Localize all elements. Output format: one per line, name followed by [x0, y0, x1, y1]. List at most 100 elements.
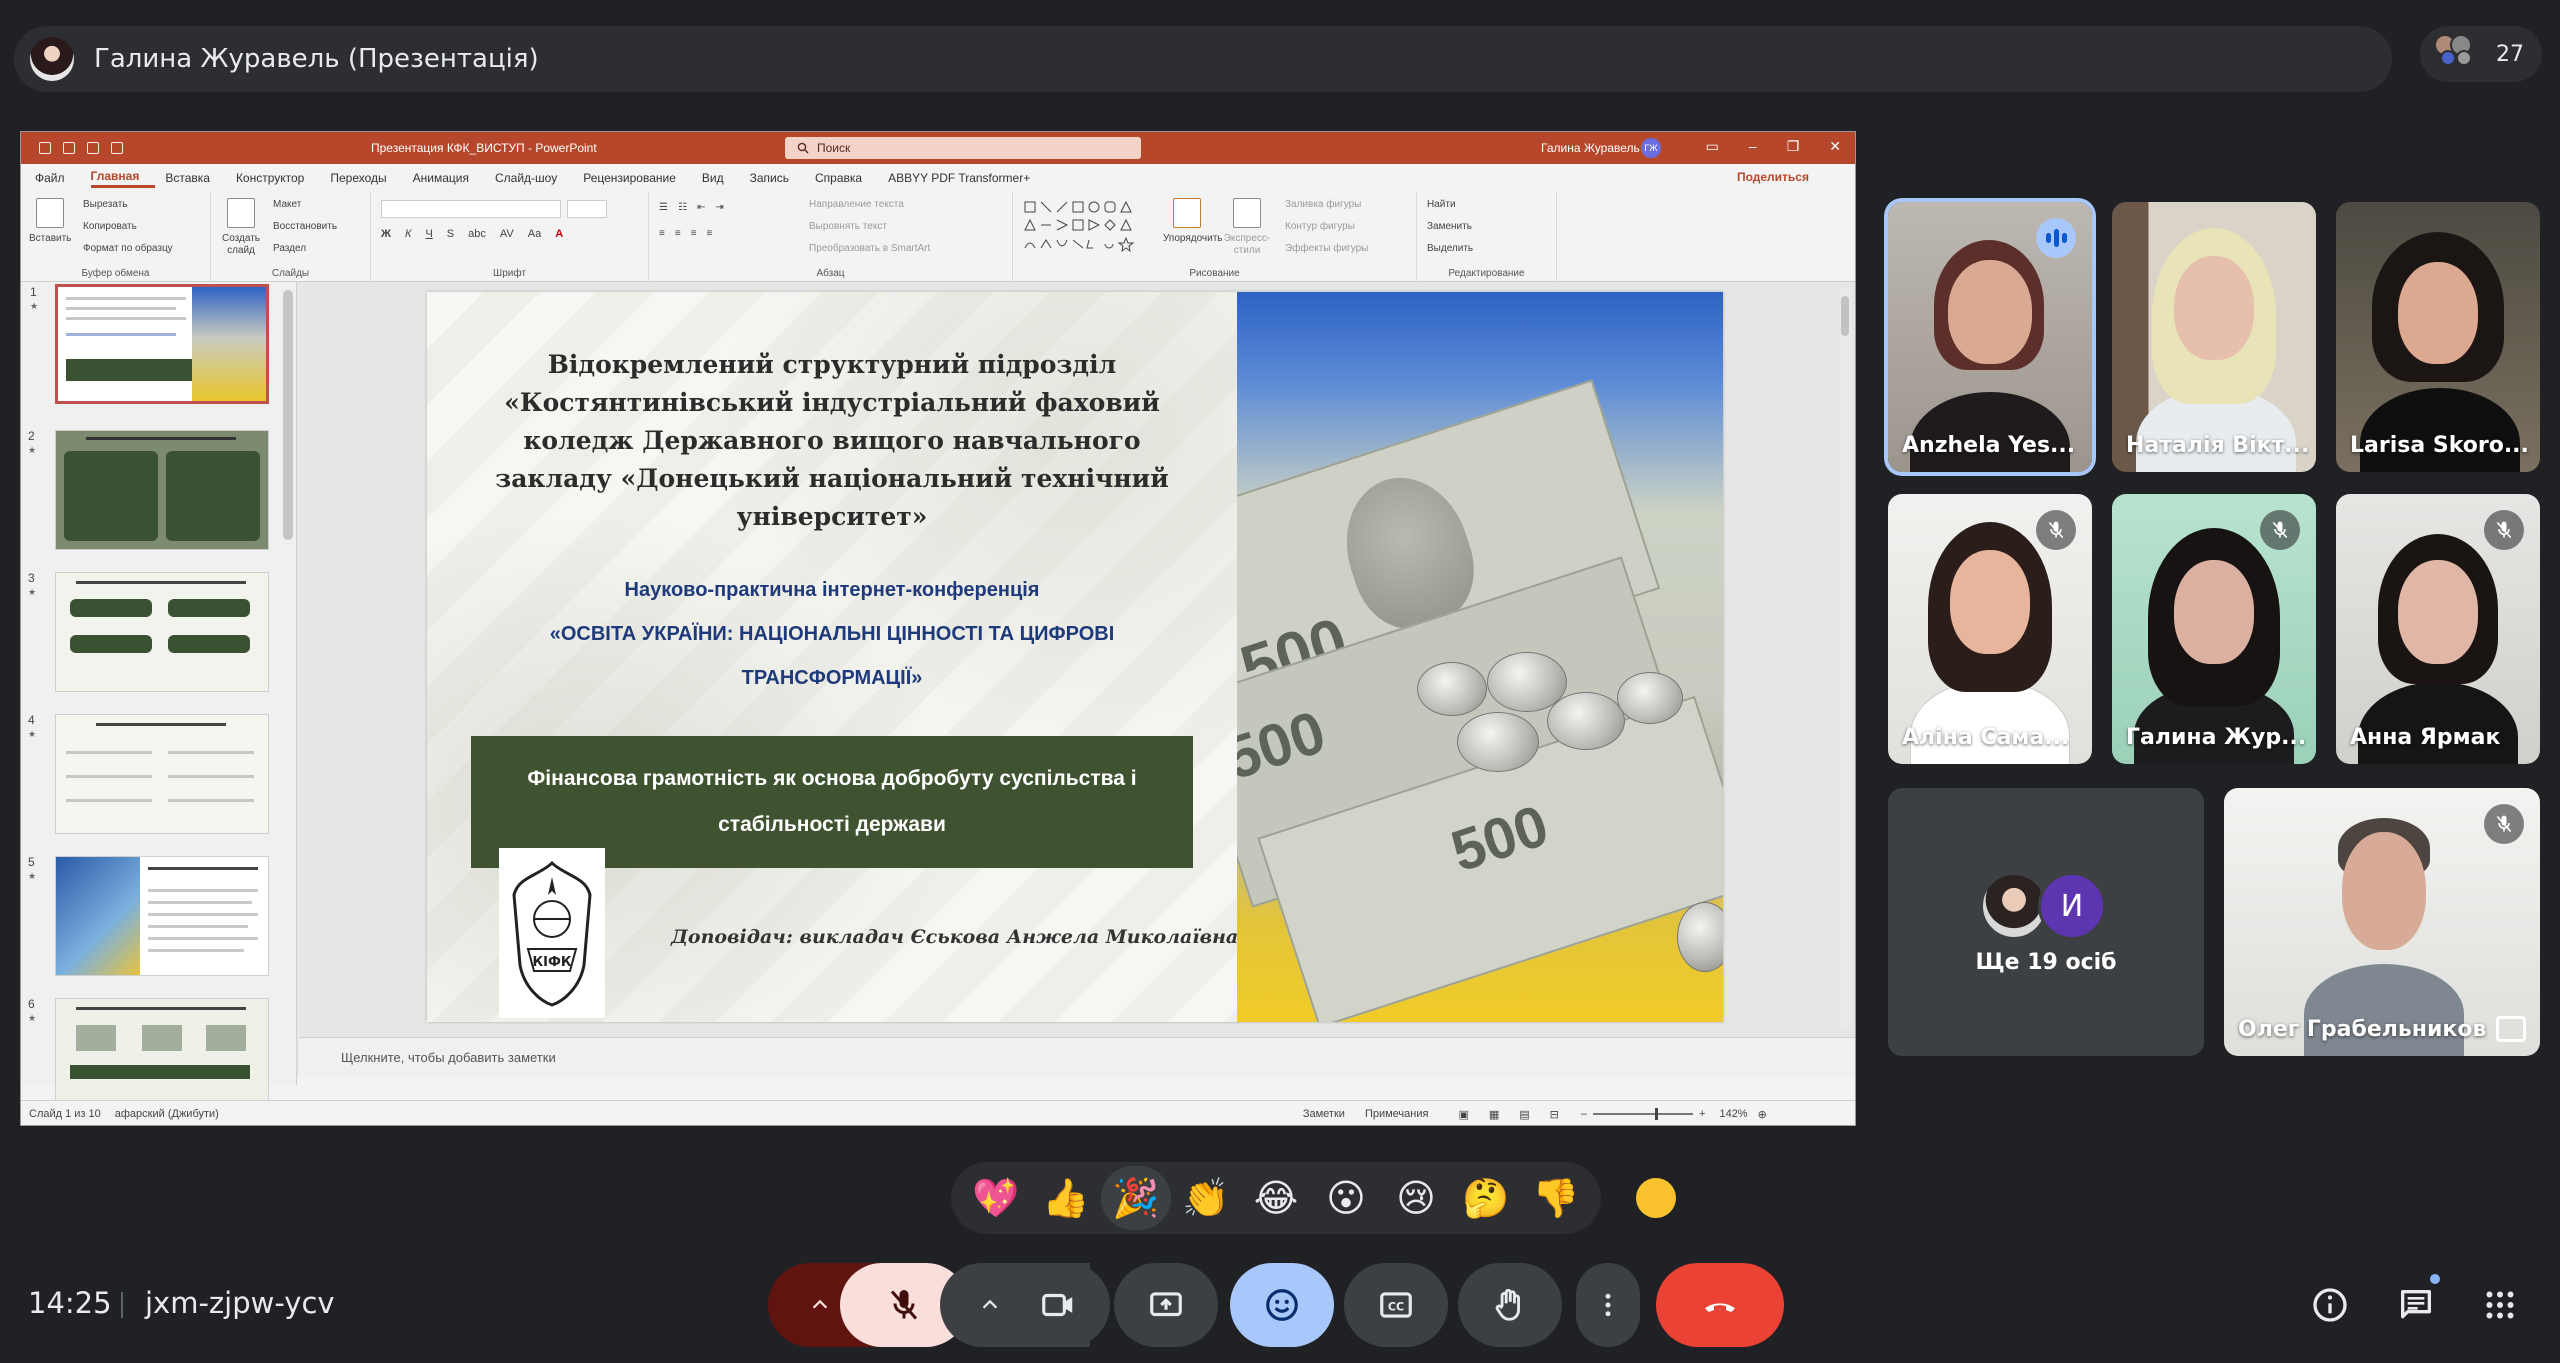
skin-tone-button[interactable]: [1636, 1178, 1676, 1218]
tab-review[interactable]: Рецензирование: [583, 171, 692, 185]
minimize-icon[interactable]: –: [1749, 138, 1757, 155]
more-options-button[interactable]: [1576, 1263, 1640, 1347]
text-direction-button[interactable]: Направление текста: [809, 194, 930, 216]
tab-record[interactable]: Запись: [750, 171, 805, 185]
reactions-button[interactable]: [1230, 1263, 1334, 1347]
save-icon[interactable]: [39, 142, 51, 154]
reaction-heart[interactable]: 💖: [961, 1166, 1031, 1230]
tab-file[interactable]: Файл: [35, 171, 81, 185]
notes-pane[interactable]: Щелкните, чтобы добавить заметки: [299, 1037, 1855, 1077]
participant-tile-1[interactable]: Anzhela Yes...: [1888, 202, 2092, 472]
slideshow-icon[interactable]: [111, 142, 123, 154]
zoom-level[interactable]: 142%: [1719, 1108, 1747, 1120]
tab-home[interactable]: Главная: [90, 169, 156, 188]
format-painter-button[interactable]: Формат по образцу: [83, 238, 173, 260]
bullets-icon[interactable]: ☰: [659, 202, 668, 213]
reaction-surprised[interactable]: 😮: [1311, 1166, 1381, 1230]
font-size-select[interactable]: [567, 200, 607, 218]
shape-outline-button[interactable]: Контур фигуры: [1285, 216, 1368, 238]
copy-button[interactable]: Копировать: [83, 216, 173, 238]
redo-icon[interactable]: [87, 142, 99, 154]
slideshow-view-icon[interactable]: ⊟: [1550, 1108, 1559, 1121]
slide-thumbnail-2[interactable]: 2 ★: [28, 429, 269, 550]
share-button[interactable]: Поделиться: [1737, 170, 1809, 184]
camera-toggle[interactable]: [1006, 1263, 1110, 1347]
align-left-icon[interactable]: ≡: [659, 228, 665, 239]
arrange-button[interactable]: Упорядочить: [1163, 198, 1223, 245]
shapes-gallery[interactable]: [1023, 200, 1143, 256]
chat-button[interactable]: [2394, 1283, 2438, 1327]
layout-button[interactable]: Макет: [273, 194, 337, 216]
reaction-laugh[interactable]: 😂: [1241, 1166, 1311, 1230]
reaction-thumbs-down[interactable]: 👎: [1521, 1166, 1591, 1230]
presentation-header[interactable]: Галина Журавель (Презентація): [14, 26, 2392, 92]
reset-button[interactable]: Восстановить: [273, 216, 337, 238]
reaction-thinking[interactable]: 🤔: [1451, 1166, 1521, 1230]
font-family-select[interactable]: [381, 200, 561, 218]
meeting-details-button[interactable]: [2308, 1283, 2352, 1327]
paste-button[interactable]: Вставить: [29, 198, 71, 245]
slide-thumbnail-1[interactable]: 1 ★: [30, 284, 269, 404]
present-screen-button[interactable]: [1114, 1263, 1218, 1347]
reaction-thumbs-up[interactable]: 👍: [1031, 1166, 1101, 1230]
ppt-user-avatar[interactable]: ГЖ: [1641, 138, 1661, 158]
reaction-party[interactable]: 🎉: [1101, 1166, 1171, 1230]
section-button[interactable]: Раздел: [273, 238, 337, 260]
tab-insert[interactable]: Вставка: [165, 171, 226, 185]
participant-tile-2[interactable]: Наталія Вікт...: [2112, 202, 2316, 472]
outdent-icon[interactable]: ⇥: [715, 202, 723, 213]
find-button[interactable]: Найти: [1427, 194, 1473, 216]
close-icon[interactable]: ✕: [1829, 138, 1841, 155]
fit-slide-icon[interactable]: ⊕: [1758, 1108, 1767, 1121]
italic-button[interactable]: К: [405, 228, 411, 240]
raise-hand-button[interactable]: [1458, 1263, 1562, 1347]
slide-thumbnail-5[interactable]: 5 ★: [28, 855, 269, 976]
zoom-slider[interactable]: – +: [1581, 1108, 1705, 1120]
justify-icon[interactable]: ≡: [707, 228, 713, 239]
numbering-icon[interactable]: ☷: [678, 202, 687, 213]
quick-styles-button[interactable]: Экспресс-стили: [1223, 198, 1271, 257]
reaction-sad[interactable]: 😢: [1381, 1166, 1451, 1230]
undo-icon[interactable]: [63, 142, 75, 154]
shape-fill-button[interactable]: Заливка фигуры: [1285, 194, 1368, 216]
normal-view-icon[interactable]: ▣: [1458, 1108, 1468, 1121]
comments-toggle[interactable]: Примечания: [1365, 1108, 1429, 1120]
reading-view-icon[interactable]: ▤: [1519, 1108, 1529, 1121]
char-spacing-button[interactable]: AV: [500, 228, 514, 240]
tab-animations[interactable]: Анимация: [413, 171, 485, 185]
tab-slideshow[interactable]: Слайд-шоу: [495, 171, 573, 185]
align-center-icon[interactable]: ≡: [675, 228, 681, 239]
tab-abbyy[interactable]: ABBYY PDF Transformer+: [888, 171, 1046, 185]
indent-icon[interactable]: ⇤: [697, 202, 705, 213]
tab-transitions[interactable]: Переходы: [330, 171, 402, 185]
notes-toggle[interactable]: Заметки: [1303, 1108, 1345, 1120]
scrollbar-thumb[interactable]: [1841, 296, 1849, 336]
slide-thumbnail-3[interactable]: 3 ★: [28, 571, 269, 692]
participant-tile-5[interactable]: Галина Жур...: [2112, 494, 2316, 764]
tab-view[interactable]: Вид: [702, 171, 740, 185]
replace-button[interactable]: Заменить: [1427, 216, 1473, 238]
bold-button[interactable]: Ж: [381, 228, 391, 240]
participant-tile-4[interactable]: Аліна Сама...: [1888, 494, 2092, 764]
leave-call-button[interactable]: [1656, 1263, 1784, 1347]
thumbnails-scrollbar[interactable]: [283, 290, 293, 540]
reaction-clap[interactable]: 👏: [1171, 1166, 1241, 1230]
shadow-button[interactable]: abc: [468, 228, 486, 240]
zoom-in-icon[interactable]: +: [1699, 1108, 1705, 1120]
align-right-icon[interactable]: ≡: [691, 228, 697, 239]
cut-button[interactable]: Вырезать: [83, 194, 173, 216]
captions-button[interactable]: CC: [1344, 1263, 1448, 1347]
ppt-search-box[interactable]: Поиск: [785, 137, 1141, 159]
select-button[interactable]: Выделить: [1427, 238, 1473, 260]
current-slide[interactable]: Відокремлений структурний підрозділ «Кос…: [427, 292, 1723, 1022]
tab-help[interactable]: Справка: [815, 171, 878, 185]
zoom-out-icon[interactable]: –: [1581, 1108, 1587, 1120]
more-participants-tile[interactable]: И Ще 19 осіб: [1888, 788, 2204, 1056]
participant-tile-3[interactable]: Larisa Skoro...: [2336, 202, 2540, 472]
strikethrough-button[interactable]: S: [447, 228, 454, 240]
shape-effects-button[interactable]: Эффекты фигуры: [1285, 238, 1368, 260]
ribbon-display-icon[interactable]: ▭: [1706, 138, 1719, 155]
slide-scrollbar[interactable]: [1839, 288, 1851, 1028]
maximize-icon[interactable]: ❐: [1787, 138, 1800, 155]
activities-button[interactable]: [2478, 1283, 2522, 1327]
